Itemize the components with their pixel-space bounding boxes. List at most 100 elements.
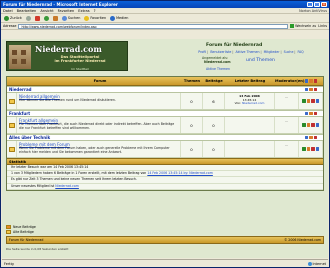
logo-tagline: Im Stadtteil xyxy=(71,67,89,71)
forum-description: Hier können Sie alle Themen rund um Nied… xyxy=(19,98,116,102)
add-forum-icon[interactable] xyxy=(304,111,309,116)
address-input[interactable]: http://www.niederrad.com/webforum/index.… xyxy=(18,23,289,29)
back-button[interactable]: Zurück xyxy=(3,15,23,22)
generation-time: Die Seite wurde in 0,08 Sekunden erstell… xyxy=(6,247,69,251)
table-header: Forum Themen Beiträge Letzter Beitrag Mo… xyxy=(7,77,323,86)
header-moderators: Moderator(en) xyxy=(275,79,305,83)
legend: Neue Beiträge Alte Beiträge xyxy=(6,224,36,234)
site-logo[interactable]: Niederrad.com Das Stadtteilportal im Fra… xyxy=(6,41,128,71)
go-arrow-icon xyxy=(290,24,295,28)
forum-row: Niederrad allgemein Hier können Sie alle… xyxy=(7,93,323,110)
browser-window: Forum für Niedernrad - Microsoft Interne… xyxy=(0,0,330,268)
maximize-button[interactable]: □ xyxy=(314,2,320,7)
lock-icon[interactable] xyxy=(302,99,306,103)
delete-icon[interactable] xyxy=(313,135,318,140)
delete-icon[interactable] xyxy=(311,123,315,127)
security-zone[interactable]: Internet xyxy=(307,261,326,266)
add-forum-icon[interactable] xyxy=(304,87,309,92)
menu-file[interactable]: Datei xyxy=(3,9,13,13)
menu-tools[interactable]: Extras xyxy=(78,9,89,13)
moderator-cell: ... xyxy=(275,141,299,157)
old-posts-folder-icon xyxy=(6,229,11,234)
post-count: 6 xyxy=(203,93,225,109)
home-icon xyxy=(52,15,58,21)
page-viewport[interactable]: Niederrad.com Das Stadtteilportal im Fra… xyxy=(2,39,328,258)
add-forum-icon[interactable] xyxy=(304,135,309,140)
delete-icon[interactable] xyxy=(313,79,318,83)
category-name[interactable]: Alles über Technik xyxy=(9,135,299,140)
stop-button[interactable] xyxy=(34,15,41,22)
status-text: Fertig xyxy=(4,261,14,266)
forward-button[interactable] xyxy=(25,15,32,22)
new-topic-icon[interactable] xyxy=(315,123,319,127)
footer-forum-name[interactable]: Forum für Niedernrad xyxy=(9,238,43,242)
media-icon xyxy=(110,15,116,21)
category-row[interactable]: Frankfurt xyxy=(7,110,323,117)
edit-icon[interactable] xyxy=(309,79,313,83)
active-topics-link[interactable]: Aktive Themen xyxy=(206,67,230,71)
delete-icon[interactable] xyxy=(313,87,318,92)
newest-member-link[interactable]: Niederrad.com xyxy=(55,184,79,188)
edit-icon[interactable] xyxy=(309,87,313,92)
new-topic-icon[interactable] xyxy=(315,147,319,151)
nav-active-topics[interactable]: Aktive Themen xyxy=(235,50,260,54)
last-post-user[interactable]: Niederrad.com xyxy=(242,101,264,105)
search-icon xyxy=(61,15,67,21)
header-last-post: Letzter Beitrag xyxy=(234,79,266,83)
topics-link[interactable]: und Themen xyxy=(246,58,275,63)
forum-row: Probleme mit dem Forum Wenn Sie Probleme… xyxy=(7,141,323,158)
new-topic-icon[interactable] xyxy=(315,99,319,103)
search-button[interactable]: Suchen xyxy=(61,15,82,22)
go-button[interactable]: Wechseln zu xyxy=(290,24,316,28)
thread-count: 0 xyxy=(181,117,203,133)
menu-edit[interactable]: Bearbeiten xyxy=(17,9,37,13)
post-count: 0 xyxy=(203,117,225,133)
back-arrow-icon xyxy=(4,15,9,21)
media-label: Medien xyxy=(116,16,129,20)
close-button[interactable]: × xyxy=(321,2,327,7)
nav-members[interactable]: Benutzerliste xyxy=(210,50,232,54)
lock-icon[interactable] xyxy=(302,147,306,151)
home-button[interactable] xyxy=(52,15,59,22)
new-category-icon[interactable] xyxy=(304,79,309,83)
page-footer: Forum für Niedernrad © 2006 Niederrad.co… xyxy=(6,236,324,244)
nav-faq[interactable]: FAQ xyxy=(297,50,304,54)
delete-icon[interactable] xyxy=(311,147,315,151)
category-name[interactable]: Frankfurt xyxy=(9,111,299,116)
post-count: 0 xyxy=(203,141,225,157)
category-name[interactable]: Niederrad xyxy=(9,87,299,92)
edit-icon[interactable] xyxy=(309,111,313,116)
legend-old-posts: Alte Beiträge xyxy=(13,229,34,234)
moderator-cell: ... xyxy=(275,117,299,133)
edit-icon[interactable] xyxy=(306,147,310,151)
nav-members-list[interactable]: Mitglieder xyxy=(263,50,280,54)
header-posts: Beiträge xyxy=(205,79,223,83)
menu-view[interactable]: Ansicht xyxy=(40,9,53,13)
lock-icon[interactable] xyxy=(302,123,306,127)
edit-icon[interactable] xyxy=(306,99,310,103)
stat-last-post-link[interactable]: 14 Feb 2006 13:45:14 by: Niederrad.com xyxy=(147,171,213,175)
logged-in-username[interactable]: Niederrad.com xyxy=(204,60,231,64)
title-bar[interactable]: Forum für Niedernrad - Microsoft Interne… xyxy=(1,1,329,8)
minimize-button[interactable]: _ xyxy=(307,2,313,7)
favorites-button[interactable]: Favoriten xyxy=(83,15,107,22)
menu-help[interactable]: ? xyxy=(94,9,96,13)
edit-icon[interactable] xyxy=(306,123,310,127)
antivirus-toolbar-label[interactable]: Norton AntiVirus xyxy=(299,9,327,13)
category-row[interactable]: Niederrad xyxy=(7,86,323,93)
refresh-button[interactable] xyxy=(43,15,50,22)
statistics-heading: Statistik xyxy=(7,158,323,165)
forum-nav: Profil| Benutzerliste| Aktive Themen| Mi… xyxy=(198,50,304,54)
footer-copyright[interactable]: © 2006 Niederrad.com xyxy=(284,238,321,242)
media-button[interactable]: Medien xyxy=(109,15,129,22)
address-bar: Adresse http://www.niederrad.com/webforu… xyxy=(1,23,329,30)
delete-icon[interactable] xyxy=(311,99,315,103)
edit-icon[interactable] xyxy=(309,135,313,140)
menu-favorites[interactable]: Favoriten xyxy=(58,9,75,13)
nav-search[interactable]: Suche xyxy=(283,50,294,54)
links-button[interactable]: Links xyxy=(318,24,327,28)
moderator-cell: ... xyxy=(275,93,299,109)
nav-profile[interactable]: Profil xyxy=(198,50,207,54)
category-row[interactable]: Alles über Technik xyxy=(7,134,323,141)
delete-icon[interactable] xyxy=(313,111,318,116)
